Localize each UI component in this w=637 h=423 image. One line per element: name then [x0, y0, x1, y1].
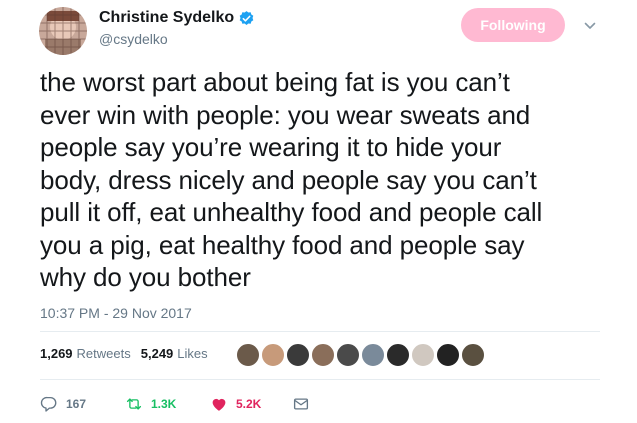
tweet-text-line: body, dress nicely and people say you ca…	[40, 164, 537, 195]
liker-avatar[interactable]	[436, 343, 460, 367]
liker-avatar[interactable]	[386, 343, 410, 367]
reply-icon	[40, 396, 57, 412]
author-name-row[interactable]: Christine Sydelko	[99, 8, 255, 28]
likes-label: Likes	[177, 346, 208, 361]
author-avatar[interactable]	[39, 7, 87, 55]
author-display-name[interactable]: Christine Sydelko	[99, 8, 234, 28]
divider	[40, 331, 600, 332]
liker-avatar[interactable]	[461, 343, 485, 367]
tweet-text-line: ever win with people: you wear sweats an…	[40, 99, 531, 130]
verified-badge-icon	[239, 10, 254, 25]
divider	[40, 379, 600, 380]
liker-avatars	[236, 343, 486, 367]
reply-count: 167	[66, 397, 87, 411]
reply-button[interactable]: 167	[40, 395, 125, 413]
like-count: 5.2K	[236, 397, 262, 411]
tweet-text: the worst part about being fat is you ca…	[40, 66, 620, 294]
envelope-icon	[293, 398, 309, 410]
liker-avatar[interactable]	[311, 343, 335, 367]
heart-icon	[212, 398, 226, 411]
liker-avatar[interactable]	[411, 343, 435, 367]
tweet-text-line: you a pig, eat healthy food and people s…	[40, 229, 525, 260]
chevron-down-icon[interactable]	[584, 20, 596, 32]
tweet-actions: 167 1.3K 5.2K	[40, 395, 310, 413]
tweet-text-line: people say you’re wearing it to hide you…	[40, 132, 502, 162]
liker-avatar[interactable]	[286, 343, 310, 367]
liker-avatar[interactable]	[261, 343, 285, 367]
liker-avatar[interactable]	[361, 343, 385, 367]
direct-message-button[interactable]	[292, 395, 310, 413]
tweet-text-line: pull it off, eat unhealthy food and peop…	[40, 197, 543, 227]
retweet-count: 1.3K	[151, 397, 177, 411]
retweets-count: 1,269	[40, 346, 73, 361]
avatar-photo	[39, 7, 87, 55]
like-button[interactable]: 5.2K	[210, 395, 292, 413]
likes-stat[interactable]: 5,249 Likes	[141, 346, 208, 361]
author-handle[interactable]: @csydelko	[99, 30, 168, 48]
tweet-stats: 1,269 Retweets 5,249 Likes	[40, 346, 218, 361]
liker-avatar[interactable]	[236, 343, 260, 367]
retweets-label: Retweets	[76, 346, 131, 361]
tweet-text-line: why do you bother	[40, 262, 251, 292]
tweet-timestamp[interactable]: 10:37 PM - 29 Nov 2017	[40, 304, 192, 322]
retweets-stat[interactable]: 1,269 Retweets	[40, 346, 131, 361]
retweet-button[interactable]: 1.3K	[125, 395, 210, 413]
following-button[interactable]: Following	[461, 8, 565, 42]
liker-avatar[interactable]	[336, 343, 360, 367]
retweet-icon	[126, 398, 142, 410]
tweet-text-line: the worst part about being fat is you ca…	[40, 67, 510, 97]
likes-count: 5,249	[140, 346, 174, 361]
